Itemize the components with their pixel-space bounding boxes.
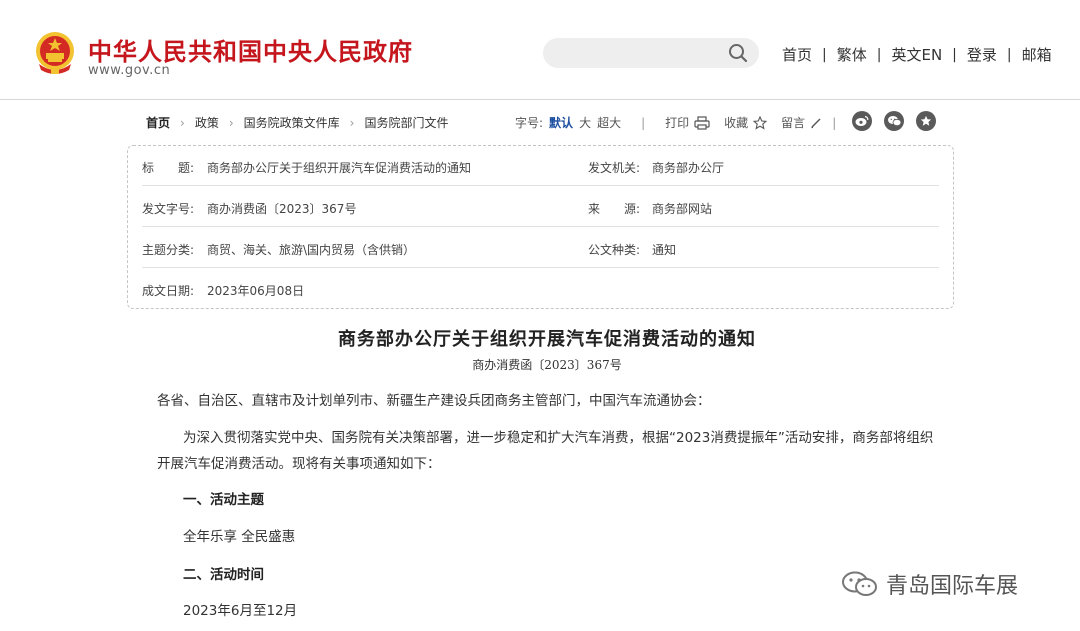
comment-label: 留言 xyxy=(781,116,806,130)
document-meta-box: 标 题: 商务部办公厅关于组织开展汽车促消费活动的通知 发文机关: 商务部办公厅… xyxy=(127,145,954,309)
font-size-large[interactable]: 大 xyxy=(579,114,591,131)
meta-source-label: 来 源: xyxy=(588,202,641,216)
chevron-right-icon: › xyxy=(180,115,185,130)
breadcrumb-home[interactable]: 首页 xyxy=(146,114,170,131)
print-button[interactable]: 打印 xyxy=(665,114,710,131)
favorite-label: 收藏 xyxy=(724,116,749,130)
chevron-right-icon: › xyxy=(349,115,355,130)
article-theme: 全年乐享 全民盛惠 xyxy=(183,529,296,545)
meta-row: 标 题: 商务部办公厅关于组织开展汽车促消费活动的通知 发文机关: 商务部办公厅 xyxy=(142,146,939,186)
nav-english[interactable]: 英文EN xyxy=(891,44,942,65)
site-title[interactable]: 中华人民共和国中央人民政府 xyxy=(88,32,413,67)
toolbar-divider: | xyxy=(832,115,837,130)
font-size-xlarge[interactable]: 超大 xyxy=(597,114,621,131)
breadcrumb: 首页 › 政策 › 国务院政策文件库 › 国务院部门文件 xyxy=(146,114,449,131)
meta-date-label: 成文日期: xyxy=(142,284,195,298)
meta-date-value: 2023年06月08日 xyxy=(207,284,305,298)
nav-separator: | xyxy=(822,46,827,63)
meta-issuer-value: 商务部办公厅 xyxy=(652,161,725,175)
meta-source-value: 商务部网站 xyxy=(652,202,713,216)
favorite-button[interactable]: 收藏 xyxy=(724,114,768,131)
meta-row: 主题分类: 商贸、海关、旅游\国内贸易（含供销） 公文种类: 通知 xyxy=(142,228,939,268)
top-nav: 首页 | 繁体 | 英文EN | 登录 | 邮箱 xyxy=(782,44,1052,65)
nav-login[interactable]: 登录 xyxy=(967,44,997,65)
section-heading-theme: 一、活动主题 xyxy=(183,492,264,508)
meta-topic-value: 商贸、海关、旅游\国内贸易（含供销） xyxy=(207,243,416,257)
font-size-default[interactable]: 默认 xyxy=(549,114,573,131)
nav-separator: | xyxy=(876,46,882,63)
meta-docno-label: 发文字号: xyxy=(142,202,195,216)
site-domain: www.gov.cn xyxy=(88,63,171,78)
article-intro-line1: 为深入贯彻落实党中央、国务院有关决策部署，进一步稳定和扩大汽车消费，根据“202… xyxy=(183,430,934,446)
article-salutation: 各省、自治区、直辖市及计划单列市、新疆生产建设兵团商务主管部门，中国汽车流通协会… xyxy=(157,393,711,409)
print-label: 打印 xyxy=(665,116,690,130)
nav-traditional[interactable]: 繁体 xyxy=(837,44,867,65)
nav-separator: | xyxy=(952,46,957,63)
meta-type-value: 通知 xyxy=(652,243,677,257)
meta-topic-label: 主题分类: xyxy=(142,243,195,257)
font-size-label: 字号: xyxy=(515,116,544,130)
watermark-text: 青岛国际车展 xyxy=(886,574,1019,599)
toolbar-divider: | xyxy=(641,115,646,130)
nav-home[interactable]: 首页 xyxy=(782,44,812,65)
national-emblem-icon[interactable] xyxy=(33,30,77,76)
comment-button[interactable]: 留言 xyxy=(781,114,822,131)
star-outline-icon xyxy=(753,115,768,130)
article-intro-line2: 开展汽车促消费活动。现将有关事项通知如下： xyxy=(157,456,441,472)
share-bar xyxy=(852,111,948,131)
nav-mail[interactable]: 邮箱 xyxy=(1022,44,1052,65)
search-icon[interactable] xyxy=(727,42,749,64)
section-heading-time: 二、活动时间 xyxy=(183,567,264,583)
meta-type-label: 公文种类: xyxy=(588,243,641,257)
star-icon[interactable] xyxy=(916,111,936,131)
wechat-logo-icon xyxy=(842,571,877,596)
watermark: 青岛国际车展 xyxy=(840,568,1018,600)
weibo-icon[interactable] xyxy=(852,111,872,131)
article-toolbar: 字号: 默认 大 超大 | 打印 收藏 留言 | xyxy=(515,114,844,131)
breadcrumb-policy[interactable]: 政策 xyxy=(195,114,219,131)
site-header: 中华人民共和国中央人民政府 www.gov.cn 首页 | 繁体 | 英文EN … xyxy=(0,0,1080,100)
nav-separator: | xyxy=(1006,46,1012,63)
printer-icon xyxy=(694,115,710,130)
meta-title-label: 标 题: xyxy=(142,161,195,175)
meta-title-value: 商务部办公厅关于组织开展汽车促消费活动的通知 xyxy=(207,161,472,175)
meta-row: 发文字号: 商办消费函〔2023〕367号 来 源: 商务部网站 xyxy=(142,187,939,227)
meta-issuer-label: 发文机关: xyxy=(588,161,641,175)
meta-row: 成文日期: 2023年06月08日 xyxy=(142,269,939,309)
article-time: 2023年6月至12月 xyxy=(183,603,298,619)
article-docno: 商办消费函〔2023〕367号 xyxy=(472,358,622,372)
breadcrumb-policy-library[interactable]: 国务院政策文件库 xyxy=(244,114,340,131)
breadcrumb-department-docs[interactable]: 国务院部门文件 xyxy=(364,114,448,131)
wechat-icon[interactable] xyxy=(884,111,904,131)
chevron-right-icon: › xyxy=(228,115,234,130)
meta-docno-value: 商办消费函〔2023〕367号 xyxy=(207,202,357,216)
pencil-icon xyxy=(811,118,821,128)
article-title: 商务部办公厅关于组织开展汽车促消费活动的通知 xyxy=(338,329,756,350)
